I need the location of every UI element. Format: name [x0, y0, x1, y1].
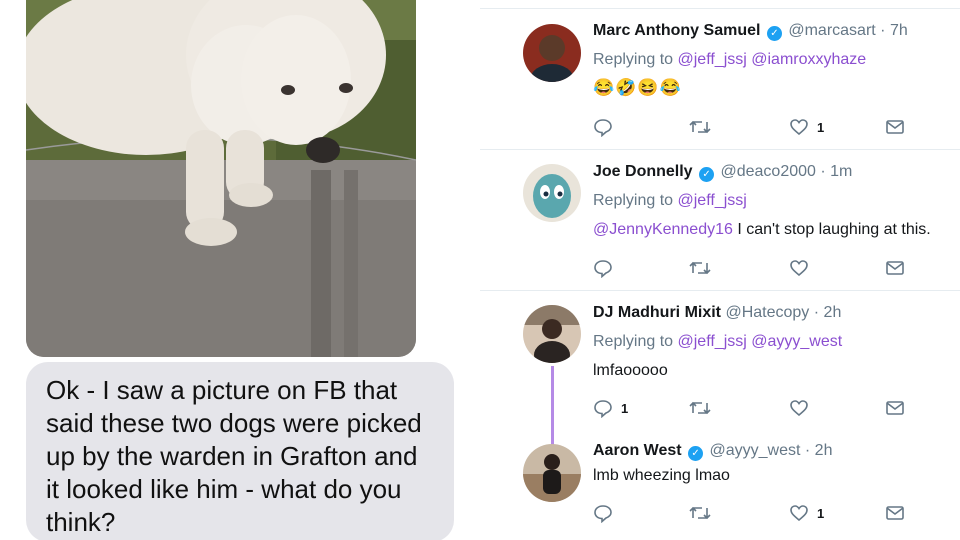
- replying-to: Replying to @jeff_jssj: [593, 192, 747, 209]
- author-handle[interactable]: @marcasart: [788, 22, 875, 39]
- reply-mention-link[interactable]: @jeff_jssj: [678, 192, 747, 209]
- reply-button[interactable]: [593, 116, 621, 138]
- like-icon: [790, 260, 808, 277]
- reply-count: 1: [621, 400, 629, 416]
- retweet-icon: [689, 401, 711, 415]
- verified-icon: ✓: [688, 446, 704, 461]
- share-icon: [886, 261, 904, 275]
- avatar[interactable]: [523, 164, 581, 222]
- author-name[interactable]: Aaron West: [593, 442, 682, 459]
- like-count: 1: [817, 119, 825, 135]
- author-handle[interactable]: @deaco2000: [720, 163, 815, 180]
- timestamp[interactable]: · 7h: [880, 22, 908, 39]
- reply-icon: [594, 400, 612, 418]
- author-name[interactable]: Joe Donnelly: [593, 163, 693, 180]
- reply-icon: [594, 119, 612, 137]
- reply-icon: [594, 505, 612, 523]
- reply-button[interactable]: 1: [593, 397, 628, 419]
- tweet-dj[interactable]: DJ Madhuri Mixit @Hatecopy · 2h Replying…: [480, 290, 960, 446]
- tweet-actions: 1: [593, 502, 908, 524]
- dog-photo: [26, 0, 416, 357]
- reply-icon: [594, 260, 612, 278]
- retweet-button[interactable]: [689, 257, 711, 279]
- retweet-icon: [689, 506, 711, 520]
- tweet-actions: 1: [593, 397, 908, 419]
- verified-icon: ✓: [766, 26, 782, 41]
- tweet-text: lmb wheezing lmao: [593, 467, 730, 484]
- avatar[interactable]: [523, 444, 581, 502]
- tweet-actions: 1: [593, 116, 908, 138]
- replying-to: Replying to @jeff_jssj @iamroxxyhaze: [593, 51, 867, 68]
- avatar[interactable]: [523, 305, 581, 363]
- author-name[interactable]: DJ Madhuri Mixit: [593, 304, 721, 321]
- share-button[interactable]: [885, 397, 905, 419]
- like-icon: [790, 400, 808, 417]
- tweet-aaron[interactable]: Aaron West ✓ @ayyy_west · 2h lmb wheezin…: [480, 430, 960, 540]
- like-button[interactable]: 1: [789, 502, 824, 524]
- share-icon: [886, 401, 904, 415]
- retweet-button[interactable]: [689, 397, 711, 419]
- author-handle[interactable]: @ayyy_west: [710, 442, 801, 459]
- like-button[interactable]: [789, 397, 817, 419]
- timestamp[interactable]: · 1m: [820, 163, 852, 180]
- like-icon: [790, 119, 808, 136]
- retweet-button[interactable]: [689, 502, 711, 524]
- share-button[interactable]: [885, 257, 905, 279]
- timestamp[interactable]: · 2h: [805, 442, 833, 459]
- share-icon: [886, 120, 904, 134]
- like-button[interactable]: [789, 257, 817, 279]
- retweet-icon: [689, 120, 711, 134]
- retweet-icon: [689, 261, 711, 275]
- body-mention-link[interactable]: @JennyKennedy16: [593, 221, 733, 238]
- tweet-marc[interactable]: Marc Anthony Samuel ✓ @marcasart · 7h Re…: [480, 8, 960, 148]
- tweet-replies: Marc Anthony Samuel ✓ @marcasart · 7h Re…: [480, 0, 960, 540]
- reply-button[interactable]: [593, 257, 621, 279]
- reply-mention-link[interactable]: @jeff_jssj @ayyy_west: [678, 333, 843, 350]
- author-name[interactable]: Marc Anthony Samuel: [593, 22, 760, 39]
- tweet-text: lmfaooooo: [593, 362, 668, 379]
- like-count: 1: [817, 505, 825, 521]
- reply-mention-link[interactable]: @jeff_jssj @iamroxxyhaze: [678, 51, 867, 68]
- retweet-button[interactable]: [689, 116, 711, 138]
- replying-to: Replying to @jeff_jssj @ayyy_west: [593, 333, 843, 350]
- share-icon: [886, 506, 904, 520]
- verified-icon: ✓: [699, 167, 715, 182]
- timestamp[interactable]: · 2h: [814, 304, 842, 321]
- message-screenshot: Ok - I saw a picture on FB that said the…: [0, 0, 470, 540]
- tweet-text: @JennyKennedy16 I can't stop laughing at…: [593, 221, 931, 238]
- tweet-text: 😂🤣😆😂: [593, 78, 682, 97]
- share-button[interactable]: [885, 116, 905, 138]
- tweet-joe[interactable]: Joe Donnelly ✓ @deaco2000 · 1m Replying …: [480, 149, 960, 289]
- like-icon: [790, 505, 808, 522]
- tweet-actions: [593, 257, 908, 279]
- avatar[interactable]: [523, 24, 581, 82]
- share-button[interactable]: [885, 502, 905, 524]
- message-bubble: Ok - I saw a picture on FB that said the…: [26, 362, 454, 540]
- like-button[interactable]: 1: [789, 116, 824, 138]
- reply-button[interactable]: [593, 502, 621, 524]
- author-handle[interactable]: @Hatecopy: [725, 304, 809, 321]
